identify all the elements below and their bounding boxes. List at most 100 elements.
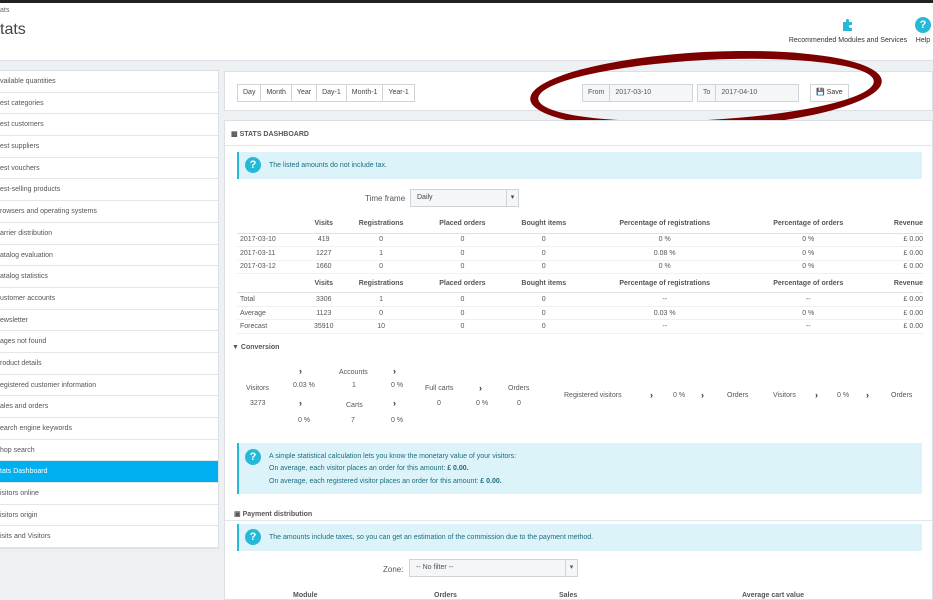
zone-select[interactable]: -- No filter -- ▾ xyxy=(409,559,578,577)
timeframe-value: Daily xyxy=(417,194,433,201)
calc-line3: On average, each registered visitor plac… xyxy=(269,478,502,485)
daily-stats-table: Visits Registrations Placed orders Bought i… xyxy=(237,214,923,335)
chevron-right-icon: › xyxy=(866,390,869,400)
registered-pct: 0 % xyxy=(673,392,686,399)
sidebar-item[interactable]: atalog statistics xyxy=(0,266,218,288)
table-cell: £ 0.00 xyxy=(870,306,923,321)
sidebar-item[interactable]: isits and Visitors xyxy=(0,526,218,549)
sidebar-item[interactable]: ales and orders xyxy=(0,396,218,418)
chevron-down-icon: ▾ xyxy=(565,560,577,576)
table-cell: £ 0.00 xyxy=(870,292,923,307)
sidebar-item[interactable]: arrier distribution xyxy=(0,223,218,245)
visitors2-label: Visitors xyxy=(773,392,796,399)
breadcrumb[interactable]: ats xyxy=(0,7,9,14)
period-button-day[interactable]: Day xyxy=(238,85,262,101)
pct-visitors-carts: 0 % xyxy=(298,417,311,424)
table-cell: 0 xyxy=(503,306,584,321)
table-cell: 0 xyxy=(421,233,504,248)
sidebar-item[interactable]: est suppliers xyxy=(0,136,218,158)
stats-sidebar: vailable quantities est categories est cus… xyxy=(0,70,219,550)
table-header-row: Visits Registrations Placed orders Bought i… xyxy=(237,273,923,294)
sidebar-item[interactable]: ustomer accounts xyxy=(0,288,218,310)
chevron-right-icon: › xyxy=(393,398,396,408)
table-row: 2017-03-10 419 0 0 0 0 % 0 % £ 0.00 xyxy=(237,233,923,248)
carts-label: Carts xyxy=(346,402,363,409)
tax-note-text: The listed amounts do not include tax. xyxy=(269,162,387,169)
accounts-label: Accounts xyxy=(339,369,368,376)
column-header: Placed orders xyxy=(421,214,504,234)
calc-line2: On average, each visitor places an order… xyxy=(269,465,469,472)
table-cell: Average xyxy=(237,306,307,321)
table-cell: 1 xyxy=(341,292,422,307)
dashboard-icon: ▩ xyxy=(231,131,238,138)
calc-line2-prefix: On average, each visitor places an order… xyxy=(269,465,448,472)
accounts-value: 1 xyxy=(352,382,356,389)
sidebar-item[interactable]: egistered customer information xyxy=(0,375,218,397)
question-icon: ? xyxy=(245,449,261,465)
table-cell: 2017-03-12 xyxy=(237,260,307,275)
sidebar-item[interactable]: isitors online xyxy=(0,483,218,505)
table-cell: £ 0.00 xyxy=(870,260,923,275)
sidebar-item[interactable]: vailable quantities xyxy=(0,71,218,93)
column-header: Visits xyxy=(306,273,342,294)
table-cell: 0 xyxy=(421,246,504,261)
table-row: 2017-03-11 1227 1 0 0 0.08 % 0 % £ 0.00 xyxy=(237,246,923,261)
help-button[interactable]: ? Help xyxy=(912,17,933,44)
tax-note-alert: ? The listed amounts do not include tax. xyxy=(237,152,922,179)
period-button-day-1[interactable]: Day-1 xyxy=(317,85,347,101)
payment-col-sales: Sales xyxy=(559,592,578,599)
sidebar-item[interactable]: ages not found xyxy=(0,331,218,353)
timeframe-select[interactable]: Daily ▾ xyxy=(410,189,519,207)
table-cell: £ 0.00 xyxy=(870,319,923,335)
table-row: Average 1123 0 0 0 0.03 % 0 % £ 0.00 xyxy=(237,306,923,321)
recommended-modules-button[interactable]: Recommended Modules and Services xyxy=(786,17,910,44)
full-carts-label: Full carts xyxy=(425,385,454,392)
sidebar-item[interactable]: rowsers and operating systems xyxy=(0,201,218,223)
help-icon: ? xyxy=(915,17,931,33)
sidebar-item[interactable]: est customers xyxy=(0,114,218,137)
payment-col-orders: Orders xyxy=(434,592,457,599)
sidebar-item[interactable]: earch engine keywords xyxy=(0,418,218,440)
table-cell: 0 % xyxy=(745,246,871,261)
period-button-year[interactable]: Year xyxy=(292,85,318,101)
sidebar-item[interactable]: est vouchers xyxy=(0,158,218,180)
table-cell: 0 xyxy=(341,260,422,275)
pct-accounts-full: 0 % xyxy=(391,382,404,389)
pct-visitors-accounts: 0.03 % xyxy=(293,382,315,389)
column-header: Percentage of orders xyxy=(745,273,871,294)
period-button-year-1[interactable]: Year-1 xyxy=(383,85,413,101)
table-cell: 0 % xyxy=(583,233,746,248)
calculation-alert: ? A simple statistical calculation lets … xyxy=(237,443,922,494)
column-header: Bought items xyxy=(503,273,584,294)
visitors-label: Visitors xyxy=(246,385,269,392)
sidebar-item[interactable]: roduct details xyxy=(0,353,218,375)
sidebar-item[interactable]: ewsletter xyxy=(0,310,218,332)
orders-value: 0 xyxy=(517,400,521,407)
sidebar-item[interactable]: est-selling products xyxy=(0,179,218,202)
column-header: Revenue xyxy=(870,214,923,234)
table-row: Total 3306 1 0 0 -- -- £ 0.00 xyxy=(237,292,923,307)
help-label: Help xyxy=(915,37,931,44)
sidebar-item[interactable]: atalog evaluation xyxy=(0,245,218,267)
sidebar-item[interactable]: tats Dashboard xyxy=(0,461,218,484)
puzzle-icon xyxy=(843,19,852,31)
column-header: Registrations xyxy=(341,273,422,294)
registered-orders-label: Orders xyxy=(727,392,749,399)
column-header: Bought items xyxy=(503,214,584,234)
table-cell: 0 xyxy=(421,306,504,321)
sidebar-item[interactable]: est categories xyxy=(0,93,218,115)
pct-full-orders: 0 % xyxy=(476,400,489,407)
orders-label: Orders xyxy=(508,385,530,392)
timeframe-label: Time frame xyxy=(365,194,406,203)
table-cell: 0 xyxy=(503,319,584,335)
chevron-right-icon: › xyxy=(299,366,302,376)
period-button-month[interactable]: Month xyxy=(261,85,292,101)
sidebar-item[interactable]: hop search xyxy=(0,440,218,462)
period-button-month-1[interactable]: Month-1 xyxy=(347,85,384,101)
chevron-right-icon: › xyxy=(701,390,704,400)
table-cell: -- xyxy=(745,319,871,335)
period-button-group: Day Month Year Day-1 Month-1 Year-1 xyxy=(237,84,415,102)
sidebar-item[interactable]: isitors origin xyxy=(0,505,218,527)
registered-visitors-label: Registered visitors xyxy=(564,392,622,399)
funnel-icon: ▼ xyxy=(232,344,239,351)
